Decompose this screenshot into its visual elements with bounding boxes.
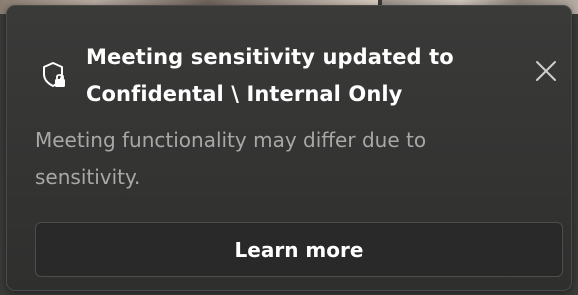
close-button[interactable] [529, 56, 563, 90]
close-icon [535, 60, 557, 86]
sensitivity-notification: Meeting sensitivity updated to Confident… [6, 5, 572, 291]
notification-title: Meeting sensitivity updated to Confident… [86, 45, 454, 106]
shield-lock-icon [41, 61, 69, 91]
learn-more-button[interactable]: Learn more [35, 222, 563, 277]
notification-message: Meeting functionality may differ due to … [35, 128, 427, 189]
